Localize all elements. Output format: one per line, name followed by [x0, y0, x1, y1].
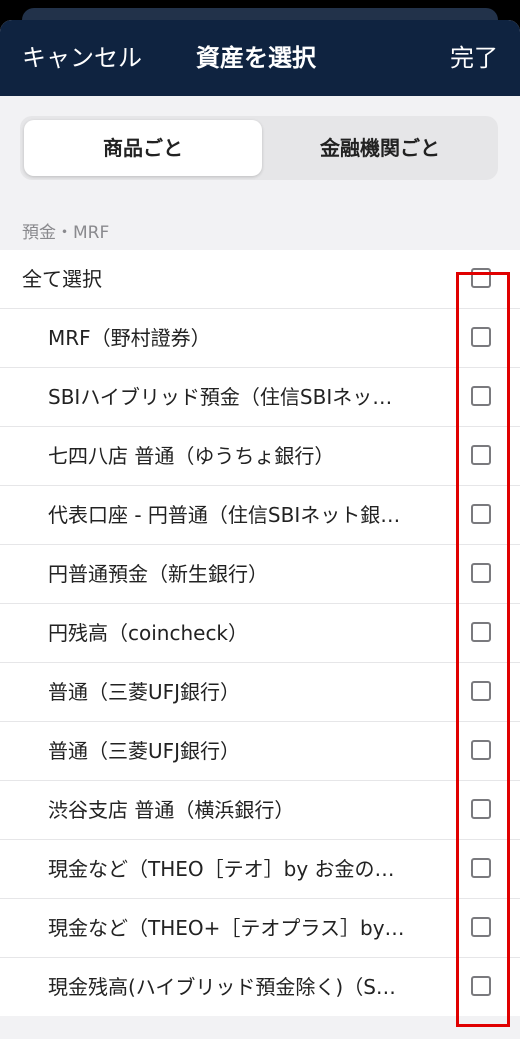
list-item-label: 普通（三菱UFJ銀行） — [48, 680, 241, 704]
list-item-label: SBIハイブリッド預金（住信SBIネッ… — [48, 385, 393, 409]
list-item-label: 普通（三菱UFJ銀行） — [48, 739, 241, 763]
list-item[interactable]: SBIハイブリッド預金（住信SBIネッ… — [0, 368, 520, 427]
list-item-checkbox[interactable] — [471, 917, 491, 937]
list-item-checkbox[interactable] — [471, 327, 491, 347]
list-item-checkbox[interactable] — [471, 858, 491, 878]
list-item-checkbox[interactable] — [471, 563, 491, 583]
list-item[interactable]: 代表口座 - 円普通（住信SBIネット銀… — [0, 486, 520, 545]
list-item-checkbox[interactable] — [471, 681, 491, 701]
section-header: 預金・MRF — [22, 223, 110, 243]
grouping-segmented-control: 商品ごと 金融機関ごと — [20, 116, 498, 180]
list-item[interactable]: 普通（三菱UFJ銀行） — [0, 663, 520, 722]
list-item[interactable]: 現金残高(ハイブリッド預金除く)（S… — [0, 958, 520, 1016]
list-item-label: 円残高（coincheck） — [48, 621, 249, 645]
list-item[interactable]: 現金など（THEO+［テオプラス］by… — [0, 899, 520, 958]
cancel-button[interactable]: キャンセル — [22, 20, 142, 96]
list-item[interactable]: MRF（野村證券） — [0, 309, 520, 368]
list-item[interactable]: 円普通預金（新生銀行） — [0, 545, 520, 604]
list-item[interactable]: 渋谷支店 普通（横浜銀行） — [0, 781, 520, 840]
list-item-checkbox[interactable] — [471, 386, 491, 406]
list-item-checkbox[interactable] — [471, 740, 491, 760]
list-item-label: 現金など（THEO［テオ］by お金の… — [48, 857, 395, 881]
list-item-label: 現金など（THEO+［テオプラス］by… — [48, 916, 405, 940]
asset-list: 全て選択 MRF（野村證券） SBIハイブリッド預金（住信SBIネッ… 七四八店… — [0, 250, 520, 1016]
page-title: 資産を選択 — [196, 44, 316, 72]
segment-by-institution[interactable]: 金融機関ごと — [266, 120, 494, 176]
select-all-row[interactable]: 全て選択 — [0, 250, 520, 309]
list-item-label: 七四八店 普通（ゆうちょ銀行） — [48, 444, 335, 468]
list-item-label: 現金残高(ハイブリッド預金除く)（S… — [48, 975, 396, 999]
list-item-label: 円普通預金（新生銀行） — [48, 562, 268, 586]
navigation-bar: キャンセル 資産を選択 完了 — [0, 20, 520, 96]
list-item[interactable]: 普通（三菱UFJ銀行） — [0, 722, 520, 781]
list-item-label: 渋谷支店 普通（横浜銀行） — [48, 798, 295, 822]
list-item[interactable]: 円残高（coincheck） — [0, 604, 520, 663]
select-all-label: 全て選択 — [22, 267, 102, 291]
list-item-checkbox[interactable] — [471, 622, 491, 642]
select-all-checkbox[interactable] — [471, 268, 491, 288]
segment-by-product[interactable]: 商品ごと — [24, 120, 262, 176]
list-item-checkbox[interactable] — [471, 799, 491, 819]
list-item-checkbox[interactable] — [471, 445, 491, 465]
done-button[interactable]: 完了 — [450, 20, 498, 96]
list-item-checkbox[interactable] — [471, 976, 491, 996]
list-item-checkbox[interactable] — [471, 504, 491, 524]
list-item[interactable]: 七四八店 普通（ゆうちょ銀行） — [0, 427, 520, 486]
list-item[interactable]: 現金など（THEO［テオ］by お金の… — [0, 840, 520, 899]
list-item-label: MRF（野村證券） — [48, 326, 211, 350]
list-item-label: 代表口座 - 円普通（住信SBIネット銀… — [48, 503, 401, 527]
